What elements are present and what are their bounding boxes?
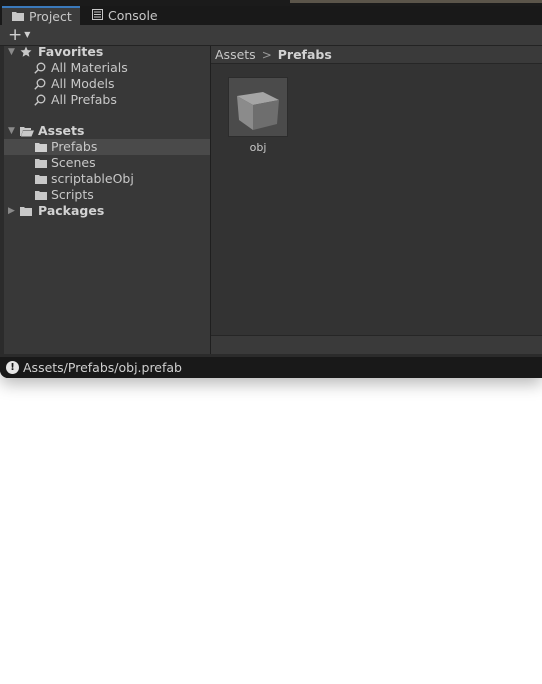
folder-icon [35, 171, 47, 187]
folder-icon [12, 9, 24, 24]
info-icon: ! [6, 361, 19, 374]
tree-label-scripts: Scripts [51, 187, 94, 202]
tab-project-label: Project [29, 9, 72, 24]
asset-label-obj: obj [249, 141, 267, 154]
tree-label-scenes: Scenes [51, 155, 96, 170]
tree-item-scriptableobj[interactable]: scriptableObj [4, 171, 210, 187]
folder-icon [35, 139, 47, 155]
tree-item-packages[interactable]: ▶ Packages [4, 203, 210, 219]
status-path[interactable]: Assets/Prefabs/obj.prefab [23, 360, 182, 375]
browser-footer [211, 335, 542, 354]
tree-item-scenes[interactable]: Scenes [4, 155, 210, 171]
tree-item-favorites[interactable]: ▼ Favorites [4, 44, 210, 60]
tree-label-prefabs: Prefabs [51, 139, 98, 154]
star-icon [20, 44, 32, 60]
tree-label-all-prefabs: All Prefabs [51, 92, 117, 107]
breadcrumb-prefabs[interactable]: Prefabs [278, 47, 332, 62]
tab-console[interactable]: Console [82, 6, 172, 25]
chevron-right-icon[interactable]: ▶ [8, 203, 15, 219]
folder-tree: ▼ Favorites All Materials All Models All… [4, 44, 211, 354]
breadcrumb: Assets > Prefabs [211, 46, 542, 64]
add-button[interactable]: + ▼ [8, 26, 36, 44]
tree-label-assets: Assets [38, 123, 85, 138]
tree-item-all-materials[interactable]: All Materials [4, 60, 210, 76]
status-bar: ! Assets/Prefabs/obj.prefab [0, 357, 542, 378]
chevron-right-icon: > [261, 47, 272, 62]
folder-icon [35, 187, 47, 203]
tree-label-all-materials: All Materials [51, 60, 128, 75]
project-window: Project Console + ▼ ▼ Favorites All Mate… [0, 0, 542, 378]
tab-strip: Project Console [0, 6, 542, 25]
tree-item-all-prefabs[interactable]: All Prefabs [4, 92, 210, 108]
chevron-down-icon: ▼ [24, 30, 31, 39]
search-icon [34, 60, 46, 76]
tree-item-scripts[interactable]: Scripts [4, 187, 210, 203]
asset-tile-obj[interactable]: obj [227, 77, 289, 154]
tree-label-favorites: Favorites [38, 44, 104, 59]
tree-label-packages: Packages [38, 203, 105, 218]
tree-label-scriptableobj: scriptableObj [51, 171, 134, 186]
tab-project[interactable]: Project [2, 6, 80, 25]
folder-icon [35, 155, 47, 171]
breadcrumb-assets[interactable]: Assets [215, 47, 256, 62]
toolbar: + ▼ [0, 25, 542, 46]
search-icon [34, 92, 46, 108]
tree-label-all-models: All Models [51, 76, 115, 91]
chevron-down-icon[interactable]: ▼ [8, 123, 15, 139]
tree-item-all-models[interactable]: All Models [4, 76, 210, 92]
tab-console-label: Console [108, 8, 158, 23]
folder-icon [20, 203, 32, 219]
console-icon [92, 8, 103, 23]
chevron-down-icon[interactable]: ▼ [8, 44, 15, 60]
asset-browser: Assets > Prefabs obj [211, 46, 542, 354]
search-icon [34, 76, 46, 92]
plus-icon: + [8, 25, 23, 45]
tree-item-prefabs[interactable]: Prefabs [4, 139, 210, 155]
tree-item-assets[interactable]: ▼ Assets [4, 123, 210, 139]
folder-open-icon [20, 123, 34, 139]
prefab-cube-icon [228, 77, 288, 137]
